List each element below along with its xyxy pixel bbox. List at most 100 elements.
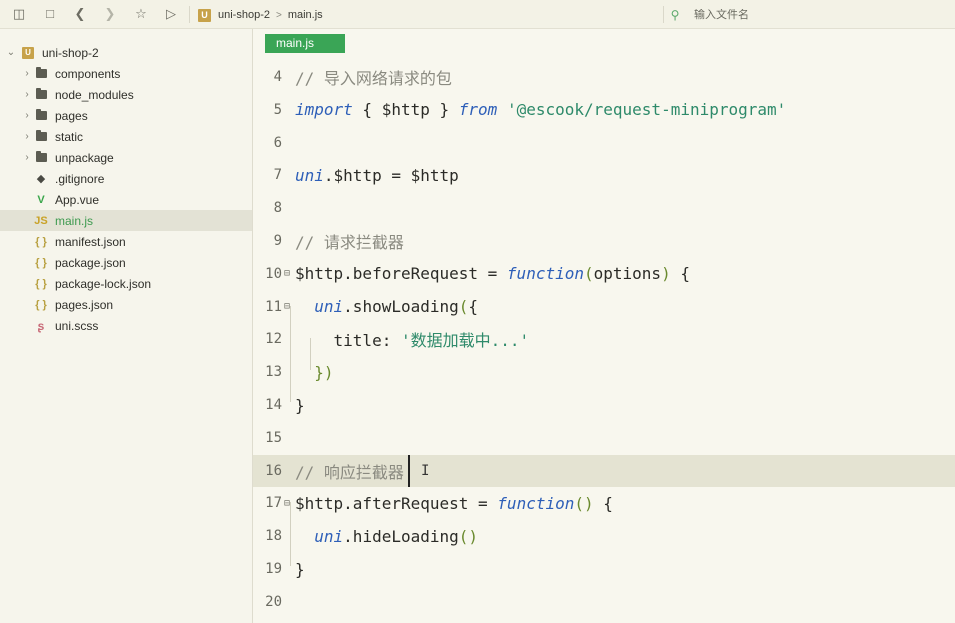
line-number: 17 xyxy=(265,495,282,512)
tree-item-label: pages.json xyxy=(55,297,114,312)
line-number: 4 xyxy=(273,69,282,85)
tree-item[interactable]: { } package.json xyxy=(0,252,252,273)
tree-item[interactable]: ◆ .gitignore xyxy=(0,168,252,189)
code-line[interactable]: 16 // 响应拦截器 I xyxy=(253,454,955,487)
text-caret xyxy=(408,454,410,487)
code-token: function xyxy=(497,493,575,513)
tree-item-label: package-lock.json xyxy=(55,276,152,291)
code-line[interactable]: 20 xyxy=(253,586,955,618)
code-line[interactable]: 17 ⊟ $http.afterRequest = function() { xyxy=(253,487,955,519)
tree-item-label: App.vue xyxy=(55,192,100,207)
code-token: () xyxy=(574,493,594,513)
tree-item[interactable]: ʂ uni.scss xyxy=(0,315,252,336)
tree-item-label: static xyxy=(55,129,84,144)
tree-item[interactable]: { } pages.json xyxy=(0,294,252,315)
scss-icon: ʂ xyxy=(37,318,45,333)
code-token: { xyxy=(670,264,690,284)
save-icon[interactable]: □ xyxy=(42,6,58,22)
code-token: } xyxy=(295,559,305,579)
code-line[interactable]: 18 uni.hideLoading() xyxy=(253,520,955,552)
folder-icon xyxy=(33,67,49,81)
code-token: '@escook/request-miniprogram' xyxy=(506,100,787,120)
tree-root-label: uni-shop-2 xyxy=(42,45,99,60)
tree-item[interactable]: { } manifest.json xyxy=(0,231,252,252)
tree-root[interactable]: ⌄ U uni-shop-2 xyxy=(0,42,252,63)
line-number: 10 xyxy=(265,265,282,282)
fold-toggle-icon[interactable]: ⊟ xyxy=(284,301,290,312)
code-token: options xyxy=(593,264,662,284)
tree-item[interactable]: V App.vue xyxy=(0,189,252,210)
line-number: 15 xyxy=(265,429,282,446)
tree-item-label: .gitignore xyxy=(55,171,105,186)
code-text: uni.hideLoading() xyxy=(295,527,478,546)
chevron-right-icon[interactable]: › xyxy=(21,131,33,142)
json-icon: { } xyxy=(35,256,47,269)
tree-item-label: uni.scss xyxy=(55,318,99,333)
fold-toggle-icon[interactable]: ⊟ xyxy=(284,268,290,279)
run-icon[interactable]: ▷ xyxy=(163,6,179,22)
code-line[interactable]: 14} xyxy=(253,389,955,421)
fold-toggle-icon[interactable]: ⊟ xyxy=(284,498,290,509)
code-line[interactable]: 10 ⊟ $http.beforeRequest = function(option… xyxy=(253,258,955,290)
line-number: 19 xyxy=(265,561,282,577)
chevron-right-icon[interactable]: › xyxy=(21,68,33,79)
code-token: title: xyxy=(295,331,401,351)
code-token: ( xyxy=(583,264,594,284)
line-number: 6 xyxy=(273,134,282,151)
tree-item-label: pages xyxy=(55,108,88,123)
code-text: import { $http } from '@escook/request-m… xyxy=(295,100,786,119)
chevron-right-icon[interactable]: › xyxy=(21,89,33,100)
code-token: uni xyxy=(314,526,344,546)
code-token: .$http = $http xyxy=(323,165,459,185)
code-text: // 响应拦截器 xyxy=(295,459,404,483)
line-number: 18 xyxy=(265,528,282,545)
folder-icon xyxy=(33,151,49,165)
folder-icon xyxy=(33,88,49,102)
code-line[interactable]: 4 // 导入网络请求的包 xyxy=(253,61,955,93)
code-text: $http.afterRequest = function() { xyxy=(295,494,613,513)
code-line[interactable]: 11 ⊟ uni.showLoading({ xyxy=(253,291,955,323)
code-line[interactable]: 12 title: '数据加载中...' xyxy=(253,323,955,355)
line-number: 14 xyxy=(265,397,282,413)
breadcrumb-project[interactable]: uni-shop-2 xyxy=(218,9,270,21)
code-text: } xyxy=(295,560,305,579)
tree-item-label: node_modules xyxy=(55,87,134,102)
code-line[interactable]: 9 // 请求拦截器 xyxy=(253,225,955,257)
toolbar-divider xyxy=(663,6,664,23)
mouse-ibeam-icon: I xyxy=(421,462,430,479)
file-search: ⚲ xyxy=(668,5,955,24)
tree-item[interactable]: { } package-lock.json xyxy=(0,273,252,294)
code-line[interactable]: 19} xyxy=(253,553,955,585)
project-explorer: ⌄ U uni-shop-2 › components › node_modules ›… xyxy=(0,29,253,623)
js-icon: JS xyxy=(34,214,48,227)
line-number: 16 xyxy=(265,462,282,479)
code-token: // 请求拦截器 xyxy=(295,233,404,252)
chevron-right-icon[interactable]: › xyxy=(21,152,33,163)
code-line[interactable]: 5 import { $http } from '@escook/request-… xyxy=(253,94,955,126)
tree-item[interactable]: › node_modules xyxy=(0,84,252,105)
breadcrumb-file[interactable]: main.js xyxy=(288,9,323,21)
code-line[interactable]: 13 }) xyxy=(253,356,955,388)
code-token: function xyxy=(506,264,584,284)
code-line[interactable]: 15 xyxy=(253,422,955,454)
back-arrow-icon[interactable]: ❮ xyxy=(72,6,88,22)
tab-main-js[interactable]: main.js xyxy=(265,34,345,53)
forward-arrow-icon[interactable]: ❯ xyxy=(102,6,118,22)
tree-item[interactable]: › pages xyxy=(0,105,252,126)
tree-item-label: main.js xyxy=(55,213,94,228)
code-line[interactable]: 8 xyxy=(253,192,955,224)
tree-item[interactable]: JS main.js xyxy=(0,210,252,231)
toolbar: ◫ □ ❮ ❯ ☆ ▷ U uni-shop-2 > main.js ⚲ xyxy=(0,0,955,29)
chevron-right-icon[interactable]: › xyxy=(21,110,33,121)
tree-item[interactable]: › unpackage xyxy=(0,147,252,168)
tree-item[interactable]: › components xyxy=(0,63,252,84)
code-line[interactable]: 6 xyxy=(253,127,955,159)
star-icon[interactable]: ☆ xyxy=(133,6,149,22)
chevron-down-icon[interactable]: ⌄ xyxy=(5,47,17,58)
code-line[interactable]: 7 uni.$http = $http xyxy=(253,159,955,191)
code-token: from xyxy=(458,100,498,120)
tree-item[interactable]: › static xyxy=(0,126,252,147)
code-editor[interactable]: main.js 4 // 导入网络请求的包 5 import { $http } fr… xyxy=(253,29,955,623)
new-file-icon[interactable]: ◫ xyxy=(11,6,27,22)
file-search-input[interactable] xyxy=(694,8,914,21)
